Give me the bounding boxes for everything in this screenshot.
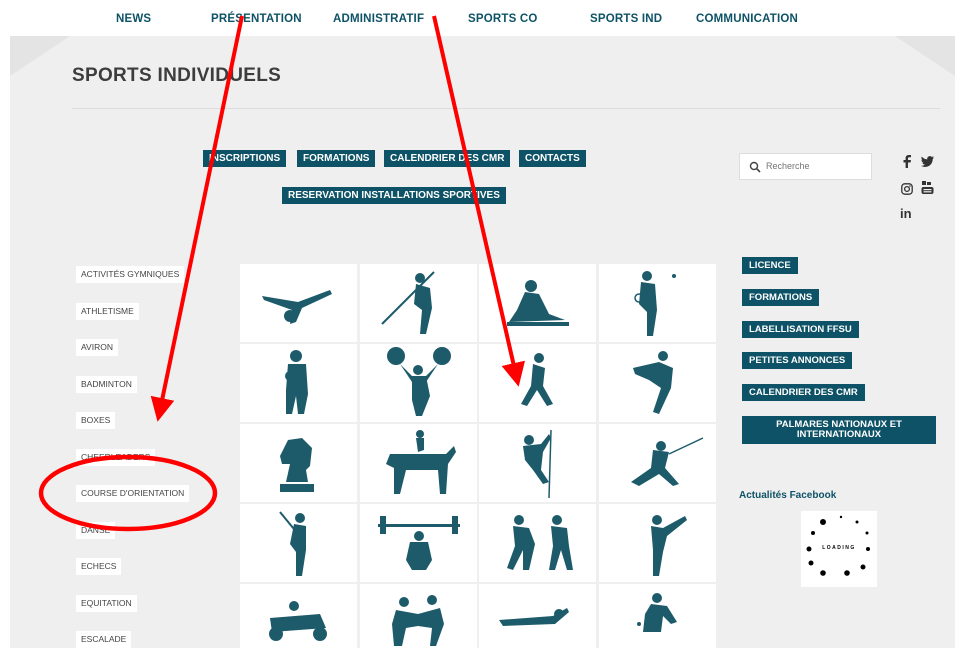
taekwondo-icon <box>651 515 687 576</box>
judo-icon <box>507 515 573 570</box>
panel-decoration <box>895 36 955 76</box>
sport-tile[interactable] <box>240 584 357 662</box>
rowing-icon <box>507 280 569 326</box>
sport-tile[interactable] <box>479 424 596 502</box>
search-input[interactable] <box>766 158 866 174</box>
sport-tile[interactable] <box>240 424 357 502</box>
sidebar-item-boxes[interactable]: BOXES <box>76 412 116 429</box>
sport-tile[interactable] <box>599 344 716 422</box>
tennis-icon <box>637 593 677 632</box>
formations-side-button[interactable]: FORMATIONS <box>742 289 820 306</box>
sidebar-item-equitation[interactable]: EQUITATION <box>76 595 137 612</box>
palmares-button[interactable]: PALMARES NATIONAUX ET INTERNATIONAUX <box>742 416 936 444</box>
sidebar-item-echecs[interactable]: ECHECS <box>76 558 122 575</box>
karting-icon <box>269 601 327 641</box>
javelin-icon <box>381 271 435 334</box>
nav-presentation[interactable]: PRÉSENTATION <box>211 13 302 25</box>
search-icon <box>749 160 761 178</box>
gymnastics-icon <box>262 290 332 324</box>
labellisation-button[interactable]: LABELLISATION FFSU <box>742 321 859 338</box>
nav-news[interactable]: NEWS <box>116 13 151 25</box>
calendrier-side-button[interactable]: CALENDRIER DES CMR <box>742 384 865 401</box>
sport-tile[interactable] <box>599 584 716 662</box>
sport-tile[interactable] <box>360 504 477 582</box>
youtube-icon[interactable] <box>921 181 934 198</box>
nav-sports-ind[interactable]: SPORTS IND <box>590 13 662 25</box>
boxing-icon <box>285 350 308 414</box>
facebook-section-title: Actualités Facebook <box>739 490 837 501</box>
sidebar-item-course-orientation[interactable]: COURSE D'ORIENTATION <box>76 485 190 502</box>
sport-tile[interactable] <box>599 424 716 502</box>
top-navigation: NEWS PRÉSENTATION ADMINISTRATIF SPORTS C… <box>0 0 966 36</box>
facebook-loading-widget: LOADING <box>801 511 877 587</box>
linkedin-icon[interactable]: in <box>900 206 912 221</box>
sidebar-item-activites-gymniques[interactable]: ACTIVITÉS GYMNIQUES <box>76 266 185 283</box>
loading-text: LOADING <box>822 545 856 551</box>
climbing-icon <box>523 429 552 499</box>
sidebar-item-danse[interactable]: DANSE <box>76 522 116 539</box>
facebook-icon[interactable] <box>902 155 912 171</box>
petites-annonces-button[interactable]: PETITES ANNONCES <box>742 352 853 369</box>
sidebar-item-escalade[interactable]: ESCALADE <box>76 631 132 648</box>
sport-tile[interactable] <box>240 344 357 422</box>
sport-tile[interactable] <box>360 344 477 422</box>
search-box[interactable] <box>739 153 872 180</box>
licence-button[interactable]: LICENCE <box>742 257 798 274</box>
page-title: SPORTS INDIVIDUELS <box>72 65 282 86</box>
sport-tile[interactable] <box>360 264 477 342</box>
sport-tile[interactable] <box>599 264 716 342</box>
sport-tile[interactable] <box>479 344 596 422</box>
formations-button[interactable]: FORMATIONS <box>297 150 376 167</box>
badminton-icon <box>634 271 676 336</box>
sport-tile[interactable] <box>479 584 596 662</box>
sport-tile[interactable] <box>240 504 357 582</box>
sidebar-item-cheerleaders[interactable]: CHEERLEADERS <box>76 449 156 466</box>
sidebar-item-athletisme[interactable]: ATHLETISME <box>76 303 139 320</box>
reservation-button[interactable]: RESERVATION INSTALLATIONS SPORTIVES <box>282 187 506 204</box>
nav-administratif[interactable]: ADMINISTRATIF <box>333 13 424 25</box>
weightlifting-icon <box>378 516 460 570</box>
contacts-button[interactable]: CONTACTS <box>519 150 586 167</box>
equestrian-icon <box>386 430 456 494</box>
title-divider <box>72 108 940 109</box>
running-icon <box>521 353 553 406</box>
sport-tile[interactable] <box>479 264 596 342</box>
swimming-icon <box>499 608 569 626</box>
chess-knight-icon <box>280 438 314 492</box>
wrestling-icon <box>392 595 444 646</box>
nav-sports-co[interactable]: SPORTS CO <box>468 13 538 25</box>
golf-icon <box>279 511 306 576</box>
dance-icon <box>633 351 673 414</box>
inscriptions-button[interactable]: INSCRIPTIONS <box>203 150 287 167</box>
calendrier-button[interactable]: CALENDRIER DES CMR <box>384 150 511 167</box>
instagram-icon[interactable] <box>901 183 913 198</box>
sidebar-item-aviron[interactable]: AVIRON <box>76 339 118 356</box>
twitter-icon[interactable] <box>921 156 934 170</box>
cheerleading-icon <box>387 347 451 416</box>
sports-grid <box>240 264 716 662</box>
palmares-line-2: INTERNATIONAUX <box>796 429 882 440</box>
panel-decoration <box>10 36 70 76</box>
fencing-icon <box>631 437 704 486</box>
nav-communication[interactable]: COMMUNICATION <box>696 13 798 25</box>
sport-tile[interactable] <box>360 584 477 662</box>
sidebar-item-badminton[interactable]: BADMINTON <box>76 376 137 393</box>
sport-tile[interactable] <box>599 504 716 582</box>
sport-tile[interactable] <box>240 264 357 342</box>
sport-tile[interactable] <box>360 424 477 502</box>
sport-tile[interactable] <box>479 504 596 582</box>
